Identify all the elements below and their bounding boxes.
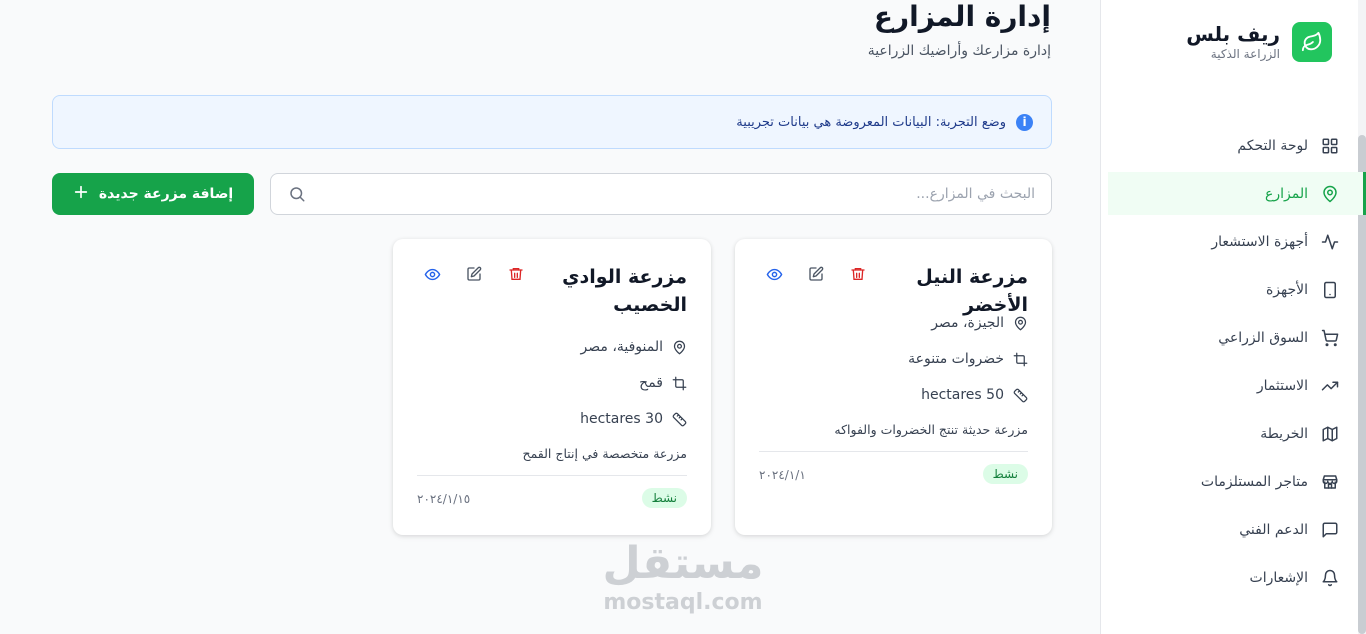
crop-text: خضروات متنوعة [908, 351, 1004, 367]
farm-date: ٢٠٢٤/١/١ [759, 468, 806, 482]
location-text: الجيزة، مصر [931, 315, 1004, 331]
farm-area: 50 hectares [921, 387, 1028, 403]
sidebar-item-label: السوق الزراعي [1218, 329, 1308, 346]
view-icon[interactable] [765, 265, 783, 283]
ruler-icon [671, 411, 687, 427]
watermark-url: mostaql.com [603, 590, 763, 615]
plus-icon [73, 184, 89, 204]
sidebar-item-investment[interactable]: الاستثمار [1108, 364, 1366, 407]
sidebar-item-label: لوحة التحكم [1237, 137, 1308, 154]
card-actions [765, 265, 867, 283]
cart-icon [1320, 328, 1340, 348]
farm-location: الجيزة، مصر [931, 315, 1028, 331]
info-icon: i [1016, 113, 1033, 131]
sidebar-item-sensors[interactable]: أجهزة الاستشعار [1108, 220, 1366, 263]
map-pin-icon [1320, 184, 1340, 204]
delete-icon[interactable] [849, 265, 867, 283]
demo-notice-text: وضع التجربة: البيانات المعروضة هي بيانات… [736, 114, 1006, 130]
farm-area: 30 hectares [580, 411, 687, 427]
farm-name: مزرعة النيل الأخضر [916, 266, 1028, 316]
bell-icon [1320, 568, 1340, 588]
chat-icon [1320, 520, 1340, 540]
main-content: إدارة المزارع إدارة مزارعك وأراضيك الزرا… [0, 0, 1100, 634]
area-text: 30 hectares [580, 411, 663, 427]
card-actions [423, 265, 525, 283]
location-text: المنوفية، مصر [580, 339, 663, 355]
farm-crop: قمح [639, 375, 687, 391]
search-input[interactable] [307, 186, 1035, 202]
card-divider [417, 475, 687, 476]
card-divider [759, 451, 1028, 452]
farm-description: مزرعة حديثة تنتج الخضروات والفواكه [834, 422, 1028, 437]
sidebar-item-label: الدعم الفني [1239, 521, 1308, 538]
edit-icon[interactable] [465, 265, 483, 283]
map-pin-icon [671, 339, 687, 355]
farm-description: مزرعة متخصصة في إنتاج القمح [522, 446, 688, 461]
farm-name: مزرعة الوادي الخصيب [562, 266, 687, 316]
farm-card: مزرعة النيل الأخضر الجيزة، مصر خضروات مت… [735, 239, 1052, 535]
sidebar-item-devices[interactable]: الأجهزة [1108, 268, 1366, 311]
sidebar-item-notifications[interactable]: الإشعارات [1108, 556, 1366, 599]
sidebar: ريف بلس الزراعة الذكية لوحة التحكم المزا… [1100, 0, 1366, 634]
sidebar-item-label: أجهزة الاستشعار [1211, 233, 1308, 250]
add-farm-label: إضافة مزرعة جديدة [98, 186, 234, 202]
sidebar-item-label: المزارع [1265, 185, 1308, 202]
farm-card: مزرعة الوادي الخصيب المنوفية، مصر قمح 30… [393, 239, 711, 535]
watermark: مستقل mostaql.com [595, 538, 771, 616]
sidebar-item-label: الاستثمار [1256, 377, 1308, 394]
farm-location: المنوفية، مصر [581, 339, 687, 355]
search-icon [287, 184, 307, 204]
brand-name: ريف بلس [1186, 22, 1280, 46]
tablet-icon [1320, 280, 1340, 300]
sidebar-item-label: الأجهزة [1265, 281, 1308, 298]
crop-text: قمح [639, 375, 663, 391]
farm-crop: خضروات متنوعة [908, 351, 1028, 367]
store-icon [1320, 472, 1340, 492]
sidebar-item-farms[interactable]: المزارع [1108, 172, 1366, 215]
map-icon [1320, 424, 1340, 444]
sidebar-item-stores[interactable]: متاجر المستلزمات [1108, 460, 1366, 503]
trending-up-icon [1320, 376, 1340, 396]
status-badge: نشط [982, 464, 1028, 484]
watermark-arabic: مستقل [602, 538, 764, 589]
crop-icon [1012, 351, 1028, 367]
sidebar-item-label: الإشعارات [1249, 569, 1308, 586]
brand: ريف بلس الزراعة الذكية [1186, 22, 1332, 62]
search-box[interactable] [270, 173, 1052, 215]
sidebar-item-label: الخريطة [1260, 425, 1308, 442]
sidebar-item-label: متاجر المستلزمات [1200, 473, 1308, 490]
page-subtitle: إدارة مزارعك وأراضيك الزراعية [867, 43, 1051, 59]
edit-icon[interactable] [807, 265, 825, 283]
farm-date: ٢٠٢٤/١/١٥ [417, 492, 471, 506]
status-badge: نشط [641, 488, 687, 508]
ruler-icon [1012, 387, 1028, 403]
sidebar-item-map[interactable]: الخريطة [1108, 412, 1366, 455]
leaf-logo-icon [1292, 22, 1332, 62]
page-title: إدارة المزارع [873, 0, 1051, 33]
sidebar-nav: لوحة التحكم المزارع أجهزة الاستشعار الأج… [1108, 124, 1366, 604]
dashboard-icon [1320, 136, 1340, 156]
demo-mode-banner: i وضع التجربة: البيانات المعروضة هي بيان… [52, 95, 1052, 149]
map-pin-icon [1012, 315, 1028, 331]
brand-tagline: الزراعة الذكية [1210, 47, 1280, 61]
delete-icon[interactable] [507, 265, 525, 283]
area-text: 50 hectares [921, 387, 1004, 403]
add-farm-button[interactable]: إضافة مزرعة جديدة [52, 173, 254, 215]
view-icon[interactable] [423, 265, 441, 283]
activity-icon [1320, 232, 1340, 252]
crop-icon [671, 375, 687, 391]
sidebar-item-dashboard[interactable]: لوحة التحكم [1108, 124, 1366, 167]
sidebar-item-market[interactable]: السوق الزراعي [1108, 316, 1366, 359]
sidebar-item-support[interactable]: الدعم الفني [1108, 508, 1366, 551]
